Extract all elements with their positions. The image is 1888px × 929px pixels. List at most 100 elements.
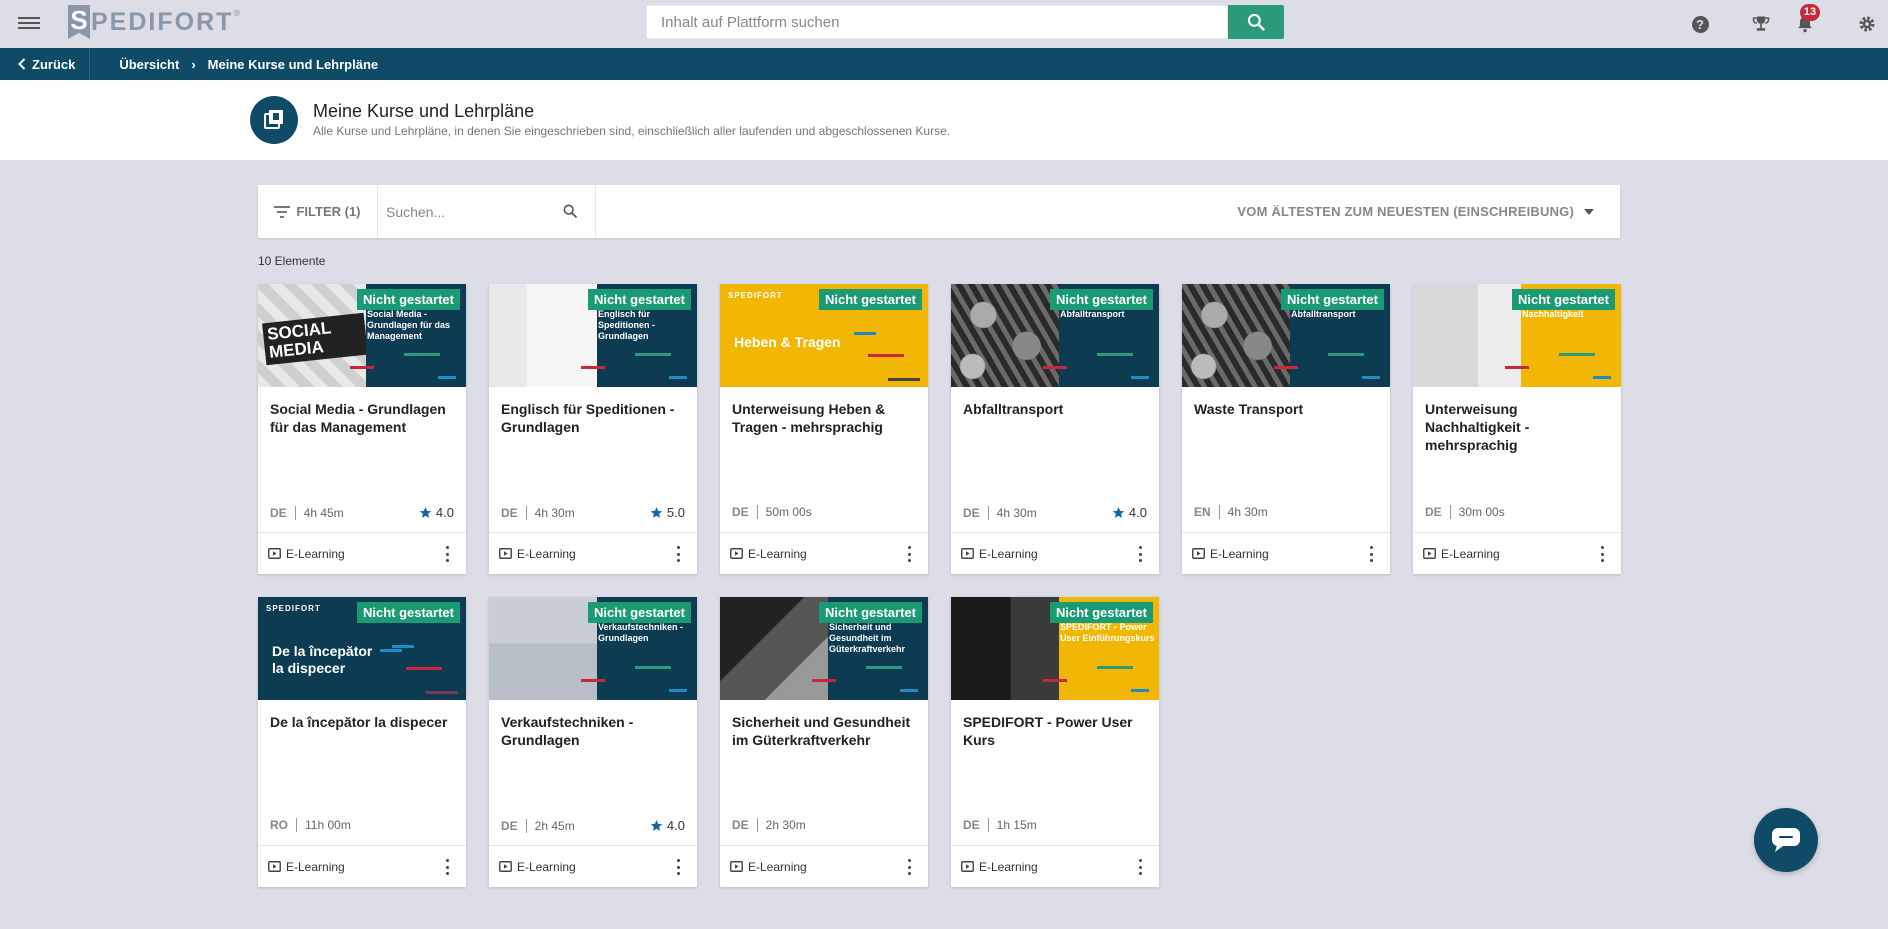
- help-button[interactable]: ?: [1688, 12, 1712, 36]
- course-title[interactable]: Sicherheit und Gesundheit im Güterkraftv…: [732, 713, 918, 749]
- course-card[interactable]: SPEDIFORT De la începător la dispecer Nich…: [258, 597, 466, 887]
- decor-bar: [888, 378, 920, 381]
- more-options-icon[interactable]: [442, 859, 452, 875]
- course-title[interactable]: Abfalltransport: [963, 400, 1149, 418]
- logo[interactable]: S PEDIFORT ®: [68, 4, 240, 40]
- course-duration: 2h 30m: [765, 818, 806, 832]
- status-badge: Nicht gestartet: [1280, 289, 1384, 310]
- course-card[interactable]: SOCIAL MEDIA Social Media - Grundlagen fü…: [258, 284, 466, 574]
- thumbnail-title: Social Media - Grundlagen für das Manage…: [367, 309, 451, 341]
- course-footer: E-Learning: [720, 532, 928, 574]
- filter-bar: FILTER (1) VOM ÄLTESTEN ZUM NEUESTEN (EI…: [258, 185, 1620, 238]
- decor-bar: [1043, 679, 1067, 682]
- course-title[interactable]: Waste Transport: [1194, 400, 1380, 418]
- breadcrumb-item-overview[interactable]: Übersicht: [119, 57, 179, 72]
- back-button[interactable]: Zurück: [0, 48, 91, 80]
- decor-bar: [1559, 353, 1595, 356]
- video-icon: [1423, 548, 1436, 559]
- more-options-icon[interactable]: [1135, 546, 1145, 562]
- achievements-button[interactable]: [1749, 12, 1773, 36]
- decor-bar: [350, 366, 374, 369]
- course-footer: E-Learning: [258, 845, 466, 887]
- search-icon[interactable]: [562, 203, 578, 219]
- course-thumbnail: SPEDIFORT Heben & Tragen Nicht gestartet: [720, 284, 928, 387]
- more-options-icon[interactable]: [673, 859, 683, 875]
- more-options-icon[interactable]: [1135, 859, 1145, 875]
- global-search-button[interactable]: [1228, 5, 1284, 39]
- course-duration: 30m 00s: [1458, 505, 1505, 519]
- course-language: DE: [963, 505, 989, 520]
- menu-icon[interactable]: [18, 14, 40, 32]
- course-title[interactable]: SPEDIFORT - Power User Kurs: [963, 713, 1149, 749]
- course-language: DE: [732, 818, 758, 832]
- course-duration: 4h 30m: [534, 505, 575, 520]
- thumbnail-photo: [1413, 284, 1521, 387]
- course-duration: 4h 45m: [303, 505, 344, 520]
- course-rating: 4.0: [1112, 505, 1147, 520]
- course-duration: 50m 00s: [765, 505, 812, 519]
- course-card[interactable]: SPEDIFORT Heben & Tragen Nicht gestartet Un…: [720, 284, 928, 574]
- decor-bar: [1097, 353, 1133, 356]
- global-search-input[interactable]: [647, 6, 1227, 38]
- sort-dropdown[interactable]: VOM ÄLTESTEN ZUM NEUESTEN (EINSCHREIBUNG…: [1237, 185, 1594, 238]
- registered-mark: ®: [233, 8, 241, 18]
- more-options-icon[interactable]: [1366, 546, 1376, 562]
- course-card[interactable]: Sicherheit und Gesundheit im Güterkraftv…: [720, 597, 928, 887]
- chat-button[interactable]: [1754, 808, 1818, 872]
- decor-bar: [392, 645, 414, 648]
- thumbnail-photo: [1182, 284, 1290, 387]
- filter-icon: [274, 205, 291, 218]
- breadcrumb-item-current: Meine Kurse und Lehrpläne: [207, 56, 379, 72]
- course-card[interactable]: Abfalltransport Nicht gestartet Abfalltran…: [951, 284, 1159, 574]
- course-title[interactable]: De la începător la dispecer: [270, 713, 456, 731]
- status-badge: Nicht gestartet: [587, 602, 691, 623]
- course-title[interactable]: Unterweisung Heben & Tragen - mehrsprach…: [732, 400, 918, 436]
- star-icon: [419, 507, 432, 518]
- course-duration: 11h 00m: [305, 818, 351, 832]
- status-badge: Nicht gestartet: [356, 602, 460, 623]
- star-icon: [1112, 507, 1125, 518]
- more-options-icon[interactable]: [904, 859, 914, 875]
- course-card[interactable]: Abfalltransport Nicht gestartet Waste Tran…: [1182, 284, 1390, 574]
- logo-text: PEDIFORT: [91, 7, 234, 36]
- course-title[interactable]: Social Media - Grundlagen für das Manage…: [270, 400, 456, 436]
- more-options-icon[interactable]: [904, 546, 914, 562]
- rating-value: 4.0: [666, 818, 685, 833]
- course-type: E-Learning: [1210, 546, 1269, 561]
- course-language: DE: [732, 505, 758, 519]
- more-options-icon[interactable]: [442, 546, 452, 562]
- course-title[interactable]: Englisch für Speditionen - Grundlagen: [501, 400, 687, 436]
- settings-button[interactable]: [1855, 12, 1879, 36]
- more-options-icon[interactable]: [1597, 546, 1607, 562]
- course-card[interactable]: Verkaufstechniken - Grundlagen Nicht gest…: [489, 597, 697, 887]
- course-language: DE: [501, 818, 527, 833]
- status-badge: Nicht gestartet: [818, 289, 922, 310]
- filter-label: FILTER (1): [296, 204, 361, 219]
- course-card[interactable]: SPEDIFORT - Power User Einführungskurs Ni…: [951, 597, 1159, 887]
- course-meta: DE 4h 30m 5.0: [501, 505, 685, 520]
- rating-value: 5.0: [666, 505, 685, 520]
- list-search-input[interactable]: [378, 185, 548, 238]
- course-title[interactable]: Unterweisung Nachhaltigkeit - mehrsprach…: [1425, 400, 1611, 454]
- course-card[interactable]: Nachhaltigkeit Nicht gestartet Unterweisun…: [1413, 284, 1621, 574]
- thumbnail-title: SPEDIFORT - Power User Einführungskurs: [1060, 622, 1155, 643]
- course-language: DE: [1425, 505, 1451, 519]
- filter-button[interactable]: FILTER (1): [258, 185, 378, 238]
- gear-icon: [1859, 16, 1875, 32]
- status-badge: Nicht gestartet: [356, 289, 460, 310]
- breadcrumb: Zurück Übersicht › Meine Kurse und Lehrp…: [0, 48, 1888, 80]
- course-footer: E-Learning: [489, 845, 697, 887]
- course-card[interactable]: Englisch für Speditionen - Grundlagen Nic…: [489, 284, 697, 574]
- trophy-icon: [1752, 16, 1770, 31]
- decor-bar: [426, 691, 458, 694]
- courses-icon: [250, 96, 298, 144]
- decor-bar: [635, 353, 671, 356]
- status-badge: Nicht gestartet: [587, 289, 691, 310]
- more-options-icon[interactable]: [673, 546, 683, 562]
- chat-icon: [1772, 828, 1800, 852]
- thumbnail-photo: [489, 597, 597, 700]
- course-type: E-Learning: [979, 859, 1038, 874]
- course-title[interactable]: Verkaufstechniken - Grundlagen: [501, 713, 687, 749]
- course-language: EN: [1194, 505, 1220, 519]
- thumbnail-photo: [489, 284, 597, 387]
